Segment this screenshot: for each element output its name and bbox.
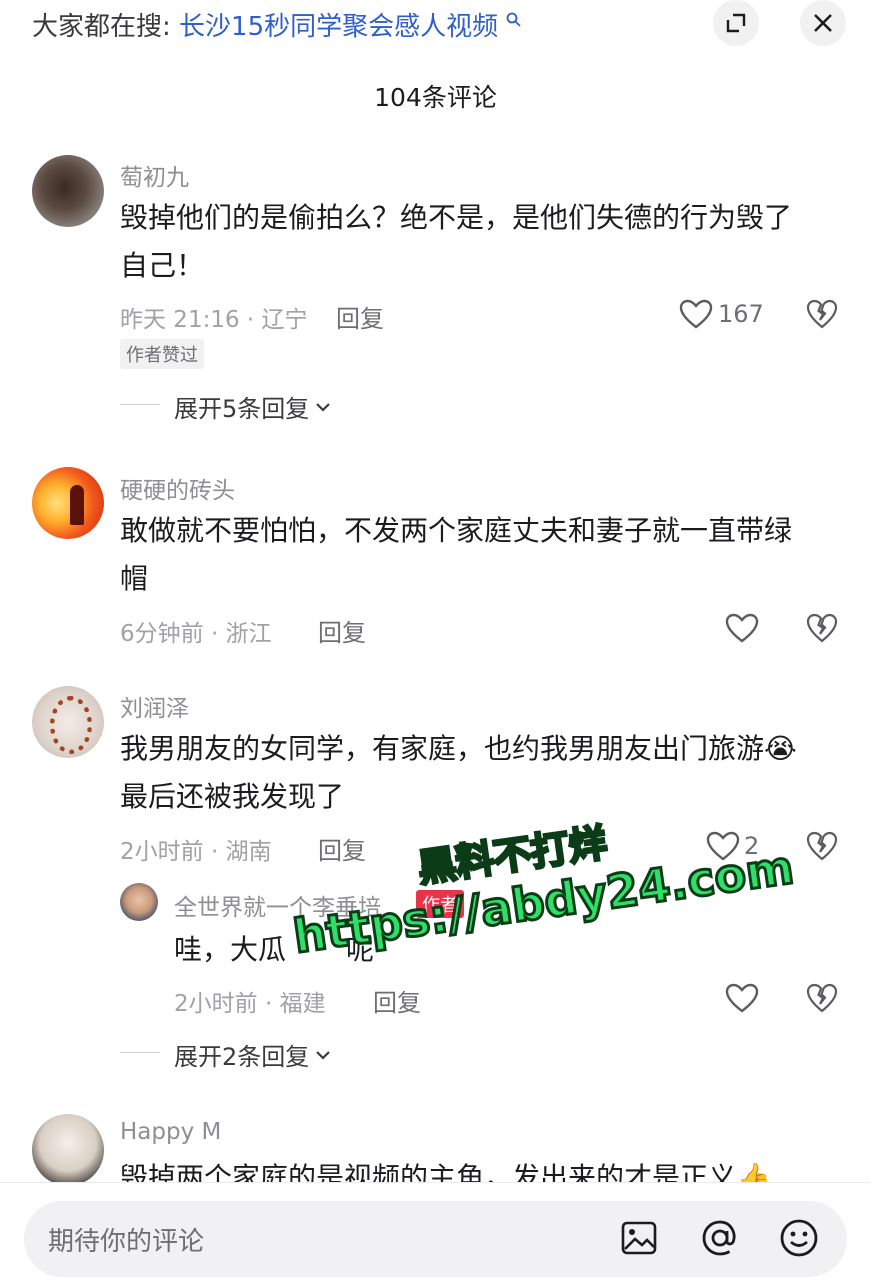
reply-text-start: 哇，大瓜	[174, 933, 287, 966]
comment-count: 104条评论	[374, 83, 497, 112]
commenter-name[interactable]: 刘润泽	[120, 689, 189, 723]
comment-text: 我男朋友的女同学，有家庭，也约我男朋友出门旅游😭 最后还被我发现了	[120, 725, 840, 821]
at-icon[interactable]	[700, 1218, 740, 1258]
dislike-icon[interactable]	[806, 831, 838, 861]
comment-text: 毁掉他们的是偷拍么？绝不是，是他们失德的行为毁了 自己！	[120, 194, 840, 290]
reply-avatar[interactable]	[120, 883, 158, 921]
search-suggestion[interactable]: 大家都在搜: 长沙15秒同学聚会感人视频	[32, 6, 522, 43]
comment-text-line: 自己！	[120, 249, 205, 282]
close-icon	[814, 14, 832, 32]
reply-button[interactable]: 回复	[318, 831, 366, 866]
search-prefix: 大家都在搜:	[32, 12, 171, 42]
comment-input[interactable]: 期待你的评论	[24, 1201, 847, 1277]
expand-replies-button[interactable]: 展开5条回复	[174, 389, 331, 424]
commenter-name[interactable]: 萄初九	[120, 158, 189, 192]
avatar[interactable]	[32, 467, 104, 539]
input-placeholder: 期待你的评论	[48, 1227, 205, 1257]
expand-replies-button[interactable]: 展开2条回复	[174, 1037, 331, 1072]
chevron-down-icon	[316, 1050, 331, 1060]
comment-input-bar: 期待你的评论	[0, 1182, 871, 1281]
divider	[120, 1052, 160, 1053]
reply-button[interactable]: 回复	[373, 983, 421, 1018]
comment-meta: 昨天 21:16 · 辽宁	[120, 307, 308, 333]
comment-text: 敢做就不要怕怕，不发两个家庭丈夫和妻子就一直带绿 帽	[120, 507, 840, 603]
comment-text-line: 我男朋友的女同学，有家庭，也约我男朋友出门旅游😭	[120, 732, 797, 765]
close-button[interactable]	[800, 0, 846, 46]
comment-text-line: 帽	[120, 562, 149, 595]
expand-button[interactable]	[713, 0, 759, 46]
comment-text-line: 敢做就不要怕怕，不发两个家庭丈夫和妻子就一直带绿	[120, 514, 793, 547]
reply-button[interactable]: 回复	[336, 299, 384, 334]
avatar[interactable]	[32, 155, 104, 227]
expand-label: 展开2条回复	[174, 1043, 310, 1071]
dislike-icon[interactable]	[806, 613, 838, 643]
commenter-name[interactable]: Happy M	[120, 1119, 221, 1145]
commenter-name[interactable]: 硬硬的砖头	[120, 471, 235, 505]
avatar[interactable]	[32, 1114, 104, 1186]
comment-meta: 6分钟前 · 浙江	[120, 621, 272, 647]
comment-meta: 2小时前 · 湖南	[120, 839, 272, 865]
dislike-icon[interactable]	[806, 299, 838, 329]
dislike-icon[interactable]	[806, 983, 838, 1013]
comment-text-line: 毁掉他们的是偷拍么？绝不是，是他们失德的行为毁了	[120, 201, 793, 234]
heart-icon[interactable]	[725, 983, 759, 1013]
reply-button[interactable]: 回复	[318, 613, 366, 648]
reply-meta: 2小时前 · 福建	[174, 991, 326, 1017]
comment-text-line: 最后还被我发现了	[120, 780, 345, 813]
divider	[120, 404, 160, 405]
comment-text-line: 毁掉两个家庭的是视频的主角，发出来的才是正义👍	[120, 1161, 771, 1182]
chevron-down-icon	[316, 402, 331, 412]
search-term-link[interactable]: 长沙15秒同学聚会感人视频	[179, 12, 498, 42]
search-icon	[506, 12, 522, 27]
heart-icon[interactable]	[679, 299, 713, 329]
expand-label: 展开5条回复	[174, 395, 310, 423]
heart-icon[interactable]	[725, 613, 759, 643]
author-liked-badge: 作者赞过	[120, 339, 204, 369]
avatar[interactable]	[32, 686, 104, 758]
expand-icon	[726, 13, 746, 33]
like-count: 167	[718, 300, 764, 328]
emoji-icon[interactable]	[779, 1218, 819, 1258]
avatar-beads	[50, 696, 92, 754]
avatar-silhouette	[70, 485, 84, 525]
image-icon[interactable]	[620, 1219, 658, 1257]
comment-text: 毁掉两个家庭的是视频的主角，发出来的才是正义👍	[120, 1154, 840, 1182]
